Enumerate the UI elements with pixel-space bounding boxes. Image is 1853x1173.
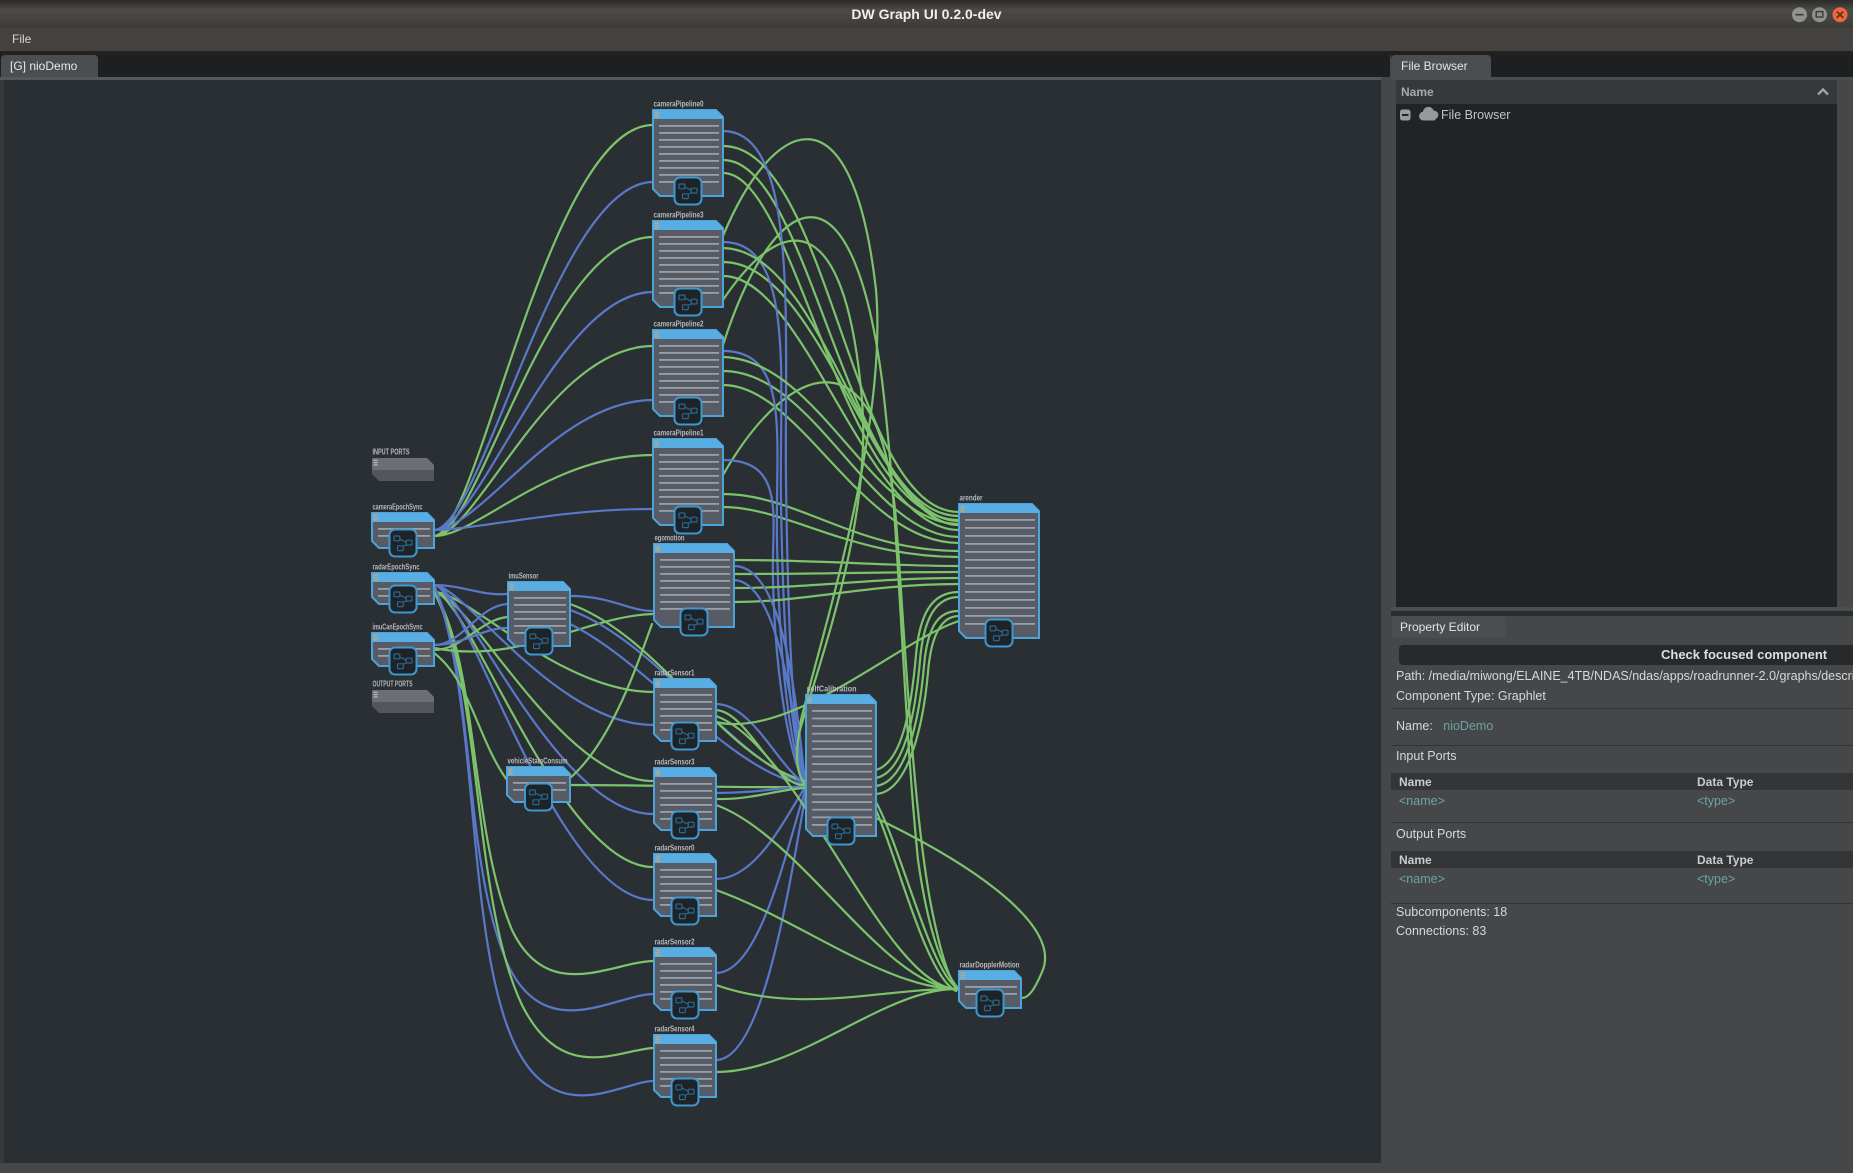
svg-text:radarSensor3: radarSensor3 — [655, 758, 695, 767]
svg-text:imuCanEpochSync: imuCanEpochSync — [373, 623, 423, 632]
svg-text:vehicleStateConsum: vehicleStateConsum — [508, 757, 568, 766]
svg-text:cameraPipeline3: cameraPipeline3 — [654, 211, 704, 220]
svg-text:arender: arender — [960, 494, 983, 503]
svg-text:imuSensor: imuSensor — [509, 572, 539, 581]
svg-text:cameraPipeline1: cameraPipeline1 — [654, 429, 704, 438]
svg-text:radarSensor2: radarSensor2 — [655, 938, 695, 947]
svg-text:cameraPipeline0: cameraPipeline0 — [654, 100, 704, 109]
svg-text:radarEpochSync: radarEpochSync — [373, 563, 420, 572]
svg-text:radarSensor1: radarSensor1 — [655, 669, 695, 678]
svg-text:radarSensor4: radarSensor4 — [655, 1025, 695, 1034]
svg-text:radarSensor0: radarSensor0 — [655, 844, 695, 853]
svg-text:selfCalibration: selfCalibration — [807, 685, 857, 694]
svg-text:cameraPipeline2: cameraPipeline2 — [654, 320, 704, 329]
svg-text:OUTPUT PORTS: OUTPUT PORTS — [373, 680, 413, 689]
svg-text:egomotion: egomotion — [655, 534, 685, 543]
svg-text:INPUT PORTS: INPUT PORTS — [373, 448, 410, 457]
svg-text:radarDopplerMotion: radarDopplerMotion — [960, 961, 1020, 970]
svg-text:cameraEpochSync: cameraEpochSync — [373, 503, 423, 512]
